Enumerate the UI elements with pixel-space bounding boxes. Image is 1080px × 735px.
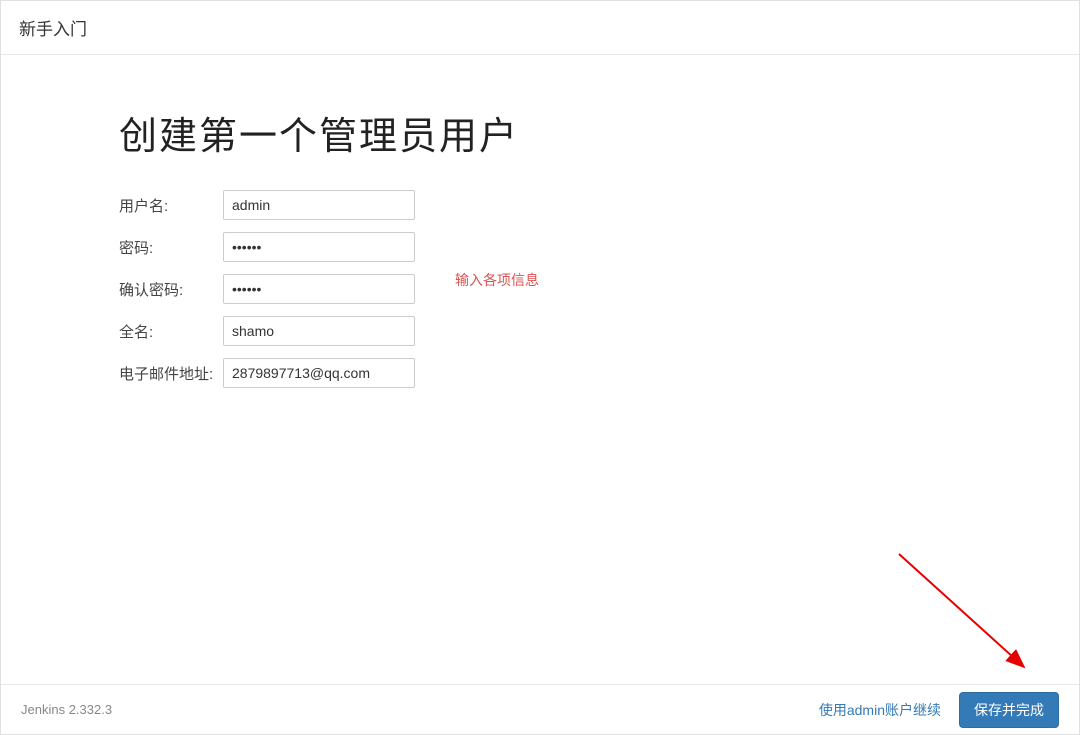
confirm-password-label: 确认密码: bbox=[119, 274, 223, 304]
form-area: 用户名: 密码: 确认密码: 全名: bbox=[119, 178, 1079, 400]
admin-user-form: 用户名: 密码: 确认密码: 全名: bbox=[119, 178, 415, 400]
arrow-annotation-icon bbox=[894, 549, 1044, 679]
password-label: 密码: bbox=[119, 232, 223, 262]
email-label: 电子邮件地址: bbox=[119, 358, 223, 388]
fullname-input[interactable] bbox=[223, 316, 415, 346]
username-label: 用户名: bbox=[119, 190, 223, 220]
header-title: 新手入门 bbox=[19, 15, 1061, 40]
password-input[interactable] bbox=[223, 232, 415, 262]
annotation-text: 输入各项信息 bbox=[455, 270, 539, 290]
footer: Jenkins 2.332.3 使用admin账户继续 保存并完成 bbox=[1, 684, 1079, 734]
footer-actions: 使用admin账户继续 保存并完成 bbox=[819, 692, 1059, 728]
form-row-username: 用户名: bbox=[119, 190, 415, 220]
header: 新手入门 bbox=[1, 1, 1079, 55]
email-input[interactable] bbox=[223, 358, 415, 388]
fullname-label: 全名: bbox=[119, 316, 223, 346]
page-title: 创建第一个管理员用户 bbox=[119, 105, 1079, 160]
save-and-finish-button[interactable]: 保存并完成 bbox=[959, 692, 1059, 728]
main-content: 创建第一个管理员用户 用户名: 密码: 确认密码: bbox=[1, 55, 1079, 400]
username-input[interactable] bbox=[223, 190, 415, 220]
form-row-password: 密码: bbox=[119, 232, 415, 262]
form-row-fullname: 全名: bbox=[119, 316, 415, 346]
form-row-email: 电子邮件地址: bbox=[119, 358, 415, 388]
skip-admin-link[interactable]: 使用admin账户继续 bbox=[819, 700, 941, 720]
version-text: Jenkins 2.332.3 bbox=[21, 702, 112, 717]
form-row-confirm-password: 确认密码: bbox=[119, 274, 415, 304]
confirm-password-input[interactable] bbox=[223, 274, 415, 304]
